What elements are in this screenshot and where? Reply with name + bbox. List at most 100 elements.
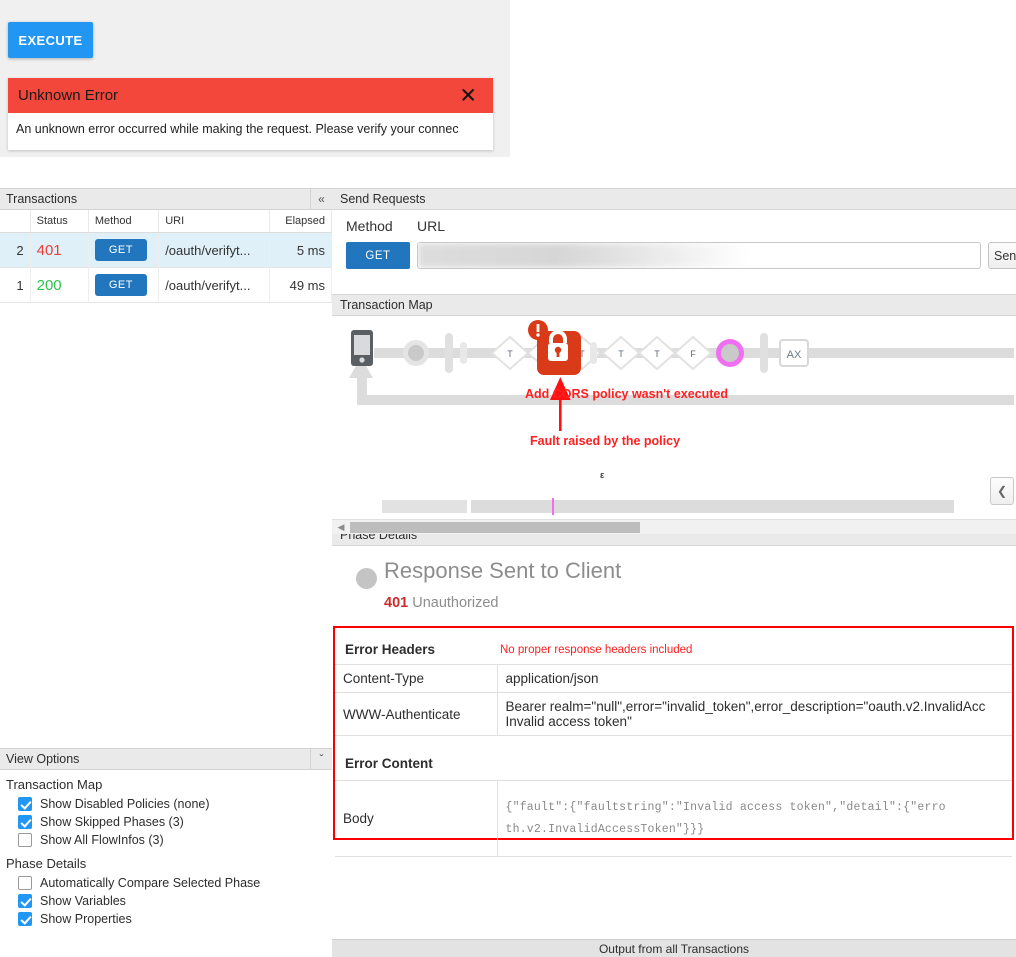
method-badge[interactable]: GET bbox=[95, 239, 147, 261]
right-column: Send Requests Method URL GET Send Transa… bbox=[332, 188, 1016, 957]
timeline-unit-label: ε bbox=[600, 470, 604, 480]
svg-text:T: T bbox=[654, 349, 660, 359]
scrollbar-thumb[interactable] bbox=[350, 522, 640, 533]
status-badge: 401 bbox=[37, 242, 62, 259]
svg-text:AX: AX bbox=[787, 349, 802, 361]
phase-status-dot bbox=[356, 568, 377, 589]
client-device-icon bbox=[351, 330, 373, 366]
option-label: Show Properties bbox=[40, 912, 132, 926]
redacted-url-value bbox=[418, 243, 748, 268]
transactions-panel-header: Transactions « bbox=[0, 188, 332, 210]
unknown-error-alert: Unknown Error ✕ An unknown error occurre… bbox=[8, 78, 493, 150]
timeline-segment bbox=[382, 500, 467, 513]
method-badge[interactable]: GET bbox=[95, 274, 147, 296]
annotation-cors: Add CORS policy wasn't executed bbox=[525, 387, 728, 401]
view-options-header: View Options ˇ bbox=[0, 748, 332, 770]
table-row: Body {"fault":{"faultstring":"Invalid ac… bbox=[335, 781, 1012, 857]
status-code: 401 bbox=[384, 595, 408, 611]
timeline-area: ε ◀ ❮ bbox=[332, 474, 1016, 524]
checkbox-show-variables[interactable] bbox=[18, 894, 32, 908]
col-index bbox=[0, 210, 30, 233]
table-row: Content-Type application/json bbox=[335, 665, 1012, 693]
horizontal-scrollbar[interactable]: ◀ bbox=[332, 519, 1016, 534]
execute-panel: EXECUTE Unknown Error ✕ An unknown error… bbox=[0, 0, 510, 157]
alert-header: Unknown Error ✕ bbox=[8, 78, 493, 113]
option-show-all-flowinfos[interactable]: Show All FlowInfos (3) bbox=[0, 831, 332, 849]
transactions-table: Status Method URI Elapsed 2 401 GET /oau… bbox=[0, 210, 332, 303]
option-show-properties[interactable]: Show Properties bbox=[0, 910, 332, 928]
vo-group-transaction-map: Transaction Map bbox=[0, 770, 332, 795]
execute-button[interactable]: EXECUTE bbox=[8, 22, 93, 58]
row-uri: /oauth/verifyt... bbox=[159, 268, 270, 303]
error-content-table: Body {"fault":{"faultstring":"Invalid ac… bbox=[335, 780, 1012, 857]
view-options-panel: View Options ˇ Transaction Map Show Disa… bbox=[0, 748, 332, 928]
row-index: 2 bbox=[0, 233, 30, 268]
svg-text:T: T bbox=[618, 349, 624, 359]
option-show-skipped-phases[interactable]: Show Skipped Phases (3) bbox=[0, 813, 332, 831]
analytics-node: AX bbox=[780, 340, 808, 366]
transactions-title: Transactions bbox=[6, 192, 77, 206]
table-row[interactable]: 2 401 GET /oauth/verifyt... 5 ms bbox=[0, 233, 332, 268]
url-input[interactable] bbox=[417, 242, 981, 269]
option-label: Show Skipped Phases (3) bbox=[40, 815, 184, 829]
option-auto-compare-phase[interactable]: Automatically Compare Selected Phase bbox=[0, 874, 332, 892]
close-icon[interactable]: ✕ bbox=[459, 85, 477, 106]
chevron-left-icon[interactable]: ❮ bbox=[990, 477, 1014, 505]
table-row: WWW-Authenticate Bearer realm="null",err… bbox=[335, 693, 1012, 736]
col-method: Method bbox=[88, 210, 158, 233]
table-row[interactable]: 1 200 GET /oauth/verifyt... 49 ms bbox=[0, 268, 332, 303]
url-label: URL bbox=[417, 218, 445, 234]
option-label: Show All FlowInfos (3) bbox=[40, 833, 164, 847]
send-requests-body: Method URL GET Send bbox=[332, 210, 1016, 294]
scroll-left-icon[interactable]: ◀ bbox=[335, 522, 347, 533]
body-value: {"fault":{"faultstring":"Invalid access … bbox=[497, 781, 1012, 857]
table-header-row: Status Method URI Elapsed bbox=[0, 210, 332, 233]
annotation-no-headers: No proper response headers included bbox=[500, 644, 692, 656]
row-index: 1 bbox=[0, 268, 30, 303]
alert-title: Unknown Error bbox=[8, 87, 118, 104]
header-key: Content-Type bbox=[335, 665, 497, 693]
timeline-gap bbox=[467, 500, 471, 513]
checkbox-show-skipped-phases[interactable] bbox=[18, 815, 32, 829]
phase-details-body: Response Sent to Client 401 Unauthorized bbox=[332, 546, 1016, 626]
collapse-left-icon[interactable]: « bbox=[310, 189, 332, 210]
annotation-fault: Fault raised by the policy bbox=[530, 434, 680, 448]
row-uri: /oauth/verifyt... bbox=[159, 233, 270, 268]
transaction-map-header: Transaction Map bbox=[332, 294, 1016, 316]
send-requests-header: Send Requests bbox=[332, 188, 1016, 210]
error-content-title: Error Content bbox=[345, 756, 433, 771]
method-select[interactable]: GET bbox=[346, 242, 410, 269]
header-value: Bearer realm="null",error="invalid_token… bbox=[497, 693, 1012, 736]
alert-message: An unknown error occurred while making t… bbox=[8, 113, 493, 136]
output-bar[interactable]: Output from all Transactions bbox=[332, 939, 1016, 957]
status-text: Unauthorized bbox=[412, 595, 498, 611]
method-label: Method bbox=[346, 218, 393, 234]
phase-status-line: 401 Unauthorized bbox=[384, 595, 498, 611]
checkbox-show-all-flowinfos[interactable] bbox=[18, 833, 32, 847]
option-show-disabled-policies[interactable]: Show Disabled Policies (none) bbox=[0, 795, 332, 813]
row-elapsed: 49 ms bbox=[269, 268, 331, 303]
timeline-marker bbox=[552, 498, 554, 515]
transaction-map-body: T F T bbox=[332, 316, 1016, 474]
checkbox-show-properties[interactable] bbox=[18, 912, 32, 926]
body-key: Body bbox=[335, 781, 497, 857]
svg-text:T: T bbox=[507, 349, 513, 359]
send-requests-title: Send Requests bbox=[340, 192, 425, 206]
header-value: application/json bbox=[497, 665, 1012, 693]
chevron-down-icon[interactable]: ˇ bbox=[310, 749, 332, 770]
output-label: Output from all Transactions bbox=[599, 942, 749, 956]
row-elapsed: 5 ms bbox=[269, 233, 331, 268]
phase-name: Response Sent to Client bbox=[384, 558, 621, 584]
option-label: Show Variables bbox=[40, 894, 126, 908]
transaction-map-title: Transaction Map bbox=[340, 298, 433, 312]
status-badge: 200 bbox=[37, 277, 62, 294]
svg-text:F: F bbox=[690, 349, 696, 359]
error-headers-title: Error Headers bbox=[345, 642, 435, 657]
checkbox-show-disabled-policies[interactable] bbox=[18, 797, 32, 811]
error-headers-table: Content-Type application/json WWW-Authen… bbox=[335, 664, 1012, 736]
col-elapsed: Elapsed bbox=[269, 210, 331, 233]
checkbox-auto-compare-phase[interactable] bbox=[18, 876, 32, 890]
send-button[interactable]: Send bbox=[988, 242, 1016, 269]
option-show-variables[interactable]: Show Variables bbox=[0, 892, 332, 910]
option-label: Show Disabled Policies (none) bbox=[40, 797, 210, 811]
